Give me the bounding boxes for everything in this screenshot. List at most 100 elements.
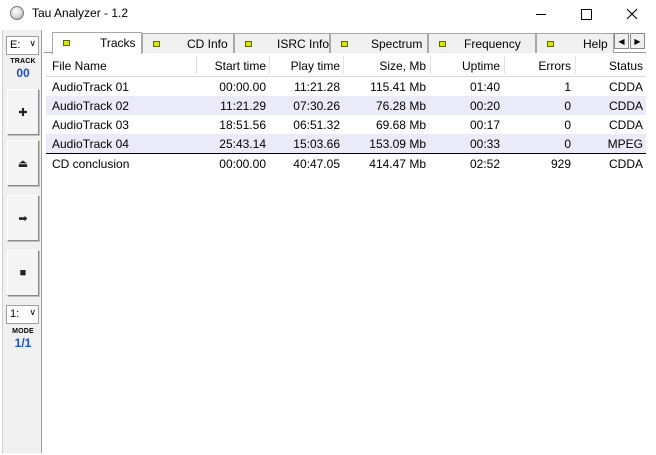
cell-file-name: AudioTrack 04 (52, 137, 129, 151)
play-icon: ➡ (18, 212, 28, 225)
drive-select-value: E: (10, 39, 21, 51)
cell-errors: 0 (564, 99, 571, 113)
cell-size: 69.68 Mb (375, 118, 426, 132)
cell-uptime: 00:20 (469, 99, 500, 113)
chevron-left-icon: ◀ (618, 36, 625, 46)
window-title: Tau Analyzer - 1.2 (32, 6, 129, 20)
cell-uptime: 00:33 (469, 137, 500, 151)
tab-scroll: ◀ ▶ (614, 33, 646, 50)
cell-play-time: 06:51.32 (293, 118, 340, 132)
mode-select[interactable]: 1: ∨ (6, 305, 39, 324)
column-divider[interactable] (575, 56, 576, 74)
cell-start-time: 25:43.14 (219, 137, 266, 151)
track-number: 00 (16, 66, 30, 80)
column-divider[interactable] (504, 56, 505, 74)
close-button[interactable] (609, 0, 655, 28)
tab-frequency[interactable]: Frequency (428, 33, 536, 53)
column-header-status[interactable]: Status (609, 59, 643, 73)
cell-play-time: 15:03.66 (293, 137, 340, 151)
tab-label: Help (583, 37, 608, 51)
close-icon (626, 8, 638, 20)
column-header-file-name[interactable]: File Name (52, 59, 107, 73)
column-header-errors[interactable]: Errors (538, 59, 571, 73)
cell-size: 153.09 Mb (369, 137, 426, 151)
add-button[interactable]: ✚ (7, 89, 39, 135)
stop-button[interactable]: ■ (7, 250, 39, 296)
cell-file-name: AudioTrack 01 (52, 80, 129, 94)
maximize-button[interactable] (563, 0, 609, 28)
tab-label: Frequency (464, 37, 521, 51)
cell-play-time: 11:21.28 (294, 80, 340, 94)
column-divider[interactable] (269, 56, 270, 74)
cell-status: CDDA (608, 99, 643, 113)
tracks-table: File Name Start time Play time Size, Mb … (46, 54, 646, 173)
table-header: File Name Start time Play time Size, Mb … (46, 54, 646, 77)
tab-flag-icon (245, 41, 252, 47)
mode-label: MODE (12, 328, 34, 335)
play-button[interactable]: ➡ (7, 195, 39, 241)
cell-status: CDDA (608, 118, 643, 132)
tab-spectrum[interactable]: Spectrum (330, 33, 428, 53)
cell-start-time: 11:21.29 (220, 99, 266, 113)
column-header-size[interactable]: Size, Mb (379, 59, 426, 73)
cell-errors: 929 (550, 157, 571, 171)
chevron-down-icon: ∨ (29, 307, 36, 317)
cell-play-time: 40:47.05 (293, 157, 340, 171)
mode-select-value: 1: (10, 308, 20, 320)
maximize-icon (580, 8, 592, 20)
left-toolbar: E: ∨ TRACK 00 ✚ ⏏ ➡ ■ 1: ∨ MODE 1/1 (2, 30, 42, 453)
tab-label: Tracks (100, 36, 136, 50)
app-window: Tau Analyzer - 1.2 E: ∨ TRACK 00 ✚ ⏏ ➡ ■… (0, 0, 656, 455)
column-divider[interactable] (430, 56, 431, 74)
table-row[interactable]: AudioTrack 03 18:51.56 06:51.32 69.68 Mb… (46, 115, 646, 134)
cell-file-name: AudioTrack 02 (52, 99, 129, 113)
tab-flag-icon (439, 41, 446, 47)
tab-cd-info[interactable]: CD Info (142, 33, 234, 53)
cell-size: 115.41 Mb (370, 80, 426, 94)
cell-file-name: AudioTrack 03 (52, 118, 129, 132)
table-row[interactable]: AudioTrack 02 11:21.29 07:30.26 76.28 Mb… (46, 96, 646, 115)
column-header-uptime[interactable]: Uptime (462, 59, 500, 73)
cell-errors: 0 (564, 137, 571, 151)
stop-icon: ■ (19, 267, 27, 279)
cell-start-time: 18:51.56 (219, 118, 266, 132)
tab-scroll-right-button[interactable]: ▶ (630, 33, 645, 49)
table-row[interactable]: AudioTrack 01 00:00.00 11:21.28 115.41 M… (46, 77, 646, 96)
cell-errors: 0 (564, 118, 571, 132)
eject-button[interactable]: ⏏ (7, 140, 39, 186)
chevron-down-icon: ∨ (29, 38, 36, 48)
app-icon[interactable] (10, 6, 24, 20)
chevron-right-icon: ▶ (634, 36, 641, 46)
table-row[interactable]: AudioTrack 04 25:43.14 15:03.66 153.09 M… (46, 134, 646, 153)
tab-help[interactable]: Help (536, 33, 614, 53)
column-header-start-time[interactable]: Start time (215, 59, 266, 73)
tab-tracks[interactable]: Tracks (52, 32, 142, 54)
cell-uptime: 02:52 (469, 157, 500, 171)
track-label: TRACK (10, 58, 36, 65)
tab-isrc-info[interactable]: ISRC Info (234, 33, 330, 53)
cell-status: CDDA (608, 80, 643, 94)
cell-status: CDDA (608, 157, 643, 171)
tab-flag-icon (547, 41, 554, 47)
summary-row[interactable]: CD conclusion 00:00.00 40:47.05 414.47 M… (46, 153, 646, 173)
cell-start-time: 00:00.00 (219, 80, 266, 94)
tab-label: CD Info (187, 37, 228, 51)
cell-play-time: 07:30.26 (293, 99, 340, 113)
minimize-button[interactable] (518, 0, 564, 28)
tab-label: ISRC Info (277, 37, 330, 51)
tab-scroll-left-button[interactable]: ◀ (614, 33, 629, 49)
column-divider[interactable] (196, 56, 197, 74)
cell-file-name: CD conclusion (52, 157, 130, 171)
add-icon: ✚ (18, 106, 28, 119)
column-divider[interactable] (343, 56, 344, 74)
cell-status: MPEG (607, 137, 643, 151)
tab-flag-icon (341, 41, 348, 47)
cell-errors: 1 (564, 80, 571, 94)
cell-uptime: 01:40 (469, 80, 500, 94)
column-header-play-time[interactable]: Play time (291, 59, 340, 73)
title-bar[interactable]: Tau Analyzer - 1.2 (0, 0, 656, 28)
drive-select[interactable]: E: ∨ (6, 36, 39, 55)
cell-size: 76.28 Mb (375, 99, 426, 113)
tab-flag-icon (153, 41, 160, 47)
tab-flag-icon (63, 40, 70, 46)
